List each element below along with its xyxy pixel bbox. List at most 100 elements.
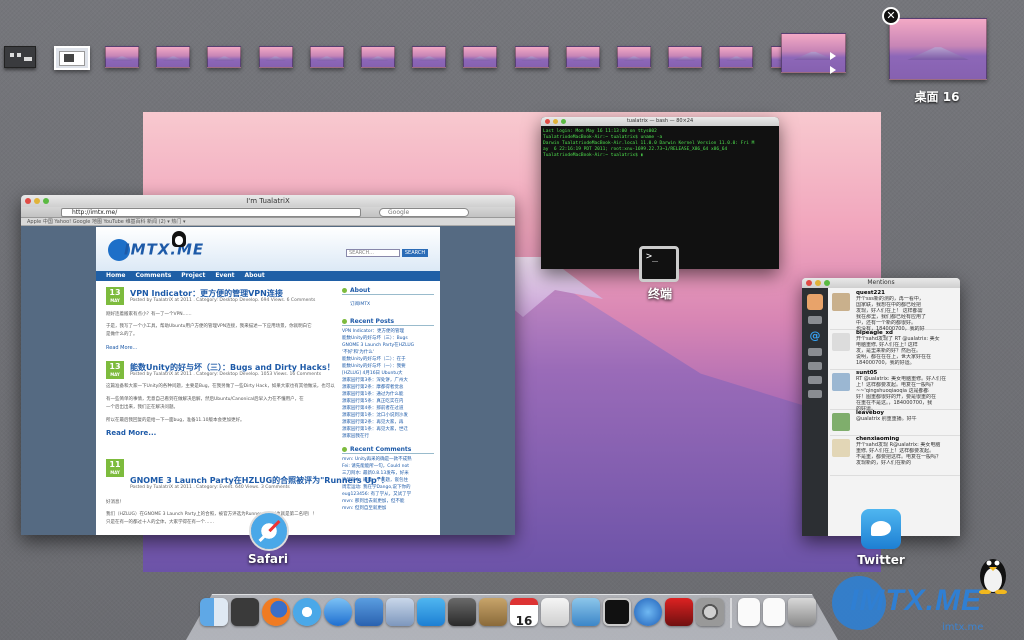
nav-comments[interactable]: Comments	[135, 271, 171, 281]
dock-system-preferences-icon[interactable]	[696, 598, 724, 626]
recent-post-link[interactable]: VPN Indicator：更方便的管理	[342, 328, 434, 335]
space-10[interactable]	[514, 46, 549, 68]
nav-event[interactable]: Event	[215, 271, 234, 281]
address-bar[interactable]: http://imtx.me/	[61, 208, 361, 217]
dock-appstore-icon[interactable]	[324, 598, 352, 626]
bookmarks-bar[interactable]: Apple 中国 Yahoo! Google 地图 YouTube 维基百科 新…	[21, 218, 515, 226]
dock-document-icon[interactable]	[738, 598, 760, 626]
dock-twitter-icon[interactable]	[417, 598, 445, 626]
recent-comment-link[interactable]: mvn: 那到出去就更加，但不能	[342, 498, 434, 505]
search-field[interactable]: Google	[379, 208, 469, 217]
recent-comment-link[interactable]: 清华阿水: 刷着一个问题，嵌包住	[342, 477, 434, 484]
space-8[interactable]	[412, 46, 447, 68]
read-more-link[interactable]: Read More...	[106, 345, 137, 351]
space-3[interactable]	[156, 46, 191, 68]
recent-comment-link[interactable]: 三刀阿水: 最新0.8.13发布，好米	[342, 470, 434, 477]
space-5[interactable]	[258, 46, 293, 68]
space-12[interactable]	[617, 46, 651, 68]
messages-icon[interactable]	[808, 348, 822, 356]
avatar[interactable]	[832, 293, 850, 311]
nav-home[interactable]: Home	[106, 271, 125, 281]
recent-post-link[interactable]: 源家园行第4条：那前者在过道	[342, 405, 434, 412]
dock-contacts-icon[interactable]	[479, 598, 507, 626]
dock-dashboard-icon[interactable]	[231, 598, 259, 626]
minimize-window-icon[interactable]	[553, 119, 558, 124]
dock-calendar-icon[interactable]: 16	[510, 598, 538, 628]
dock-photobooth2-icon[interactable]	[665, 598, 693, 626]
recent-comment-link[interactable]: mvn: Unity再采的确是一款不成熟	[342, 456, 434, 463]
dock-preview-icon[interactable]	[386, 598, 414, 626]
close-window-icon[interactable]	[545, 119, 550, 124]
avatar[interactable]	[832, 373, 850, 391]
recent-comment-link[interactable]: 周宏运动: 我在学Dango,说下你的	[342, 484, 434, 491]
close-window-icon[interactable]	[25, 198, 31, 204]
tweet[interactable]: leaveboy @ualatrix 别重重播。好午	[830, 410, 960, 436]
recent-post-link[interactable]: 源家园行第3条：深处饼，广州大	[342, 377, 434, 384]
space-9[interactable]	[463, 46, 498, 68]
zoom-window-icon[interactable]	[824, 280, 830, 286]
dock-itunes-icon[interactable]	[634, 598, 662, 626]
avatar[interactable]	[832, 333, 850, 351]
site-logo[interactable]: IMTX.ME	[108, 239, 204, 261]
twitter-window[interactable]: Mentions @ quest221 开个sss新的测的，再一看中， 国家联，我想…	[802, 278, 960, 536]
search-icon[interactable]	[808, 390, 822, 398]
space-14[interactable]	[719, 46, 754, 68]
nav-about[interactable]: About	[245, 271, 265, 281]
avatar[interactable]	[832, 413, 850, 431]
nav-project[interactable]: Project	[181, 271, 205, 281]
dock-terminal-icon[interactable]	[603, 598, 631, 626]
avatar[interactable]	[832, 439, 850, 457]
space-11[interactable]	[565, 46, 600, 68]
tweet[interactable]: chenxiaoming 开个sahd发现 R@ualatrix: 美女电脑 重修,…	[830, 436, 960, 476]
tweet[interactable]: bipeagle_xd 开个sahd发现了 RT @ualatrix: 美女 电脑重…	[830, 330, 960, 370]
dock-safari-icon[interactable]	[293, 598, 321, 626]
dock-trash-icon[interactable]	[788, 598, 816, 626]
recent-post-link[interactable]: 能数Unity的好与坏（二）：在于	[342, 356, 434, 363]
recent-post-link[interactable]: 源家园行第1条：沈口小说到沙发	[342, 412, 434, 419]
recent-post-link[interactable]: GNOME 3 Launch Party在HZLUG	[342, 342, 434, 349]
site-search-input[interactable]: SEARCH...	[346, 249, 400, 257]
recent-post-link[interactable]: 源家园我在行	[342, 433, 434, 440]
mentions-icon[interactable]: @	[808, 330, 822, 342]
tweet[interactable]: sunt05 RT @ualatrix: 美女电脑重修。好人们在 上！这样都要发起。…	[830, 370, 960, 412]
minimize-window-icon[interactable]	[34, 198, 40, 204]
recent-comment-link[interactable]: eug123456: 有了学从，又试了学	[342, 491, 434, 498]
close-space-icon[interactable]: ✕	[882, 7, 900, 25]
zoom-window-icon[interactable]	[43, 198, 49, 204]
recent-post-link[interactable]: '不好'和'为什么'	[342, 349, 434, 356]
dock-iphoto-icon[interactable]	[572, 598, 600, 626]
recent-post-link[interactable]: 源家园行第1条：通过为什么能	[342, 391, 434, 398]
read-more-link[interactable]: Read More...	[106, 429, 156, 437]
minimize-window-icon[interactable]	[815, 280, 821, 286]
timeline-icon[interactable]	[808, 316, 822, 324]
space-15[interactable]	[781, 33, 846, 73]
safari-window[interactable]: I'm TualatriX http://imtx.me/ Google App…	[21, 195, 515, 535]
terminal-output[interactable]: Last login: Mon May 16 11:13:00 on ttys0…	[541, 126, 779, 162]
tweet[interactable]: quest221 开个sss新的测的，再一看中， 国家联，我想在中的都已经把 发现，好…	[830, 290, 960, 332]
site-search-button[interactable]: SEARCH	[402, 249, 428, 257]
dock-facetime-icon[interactable]	[355, 598, 383, 626]
space-13[interactable]	[668, 46, 703, 68]
avatar[interactable]	[807, 294, 823, 310]
dock-finder-icon[interactable]	[200, 598, 228, 626]
close-window-icon[interactable]	[806, 280, 812, 286]
space-2[interactable]	[105, 46, 139, 68]
space-16-current[interactable]	[889, 18, 987, 80]
space-1[interactable]	[54, 46, 90, 70]
dock-textedit-icon[interactable]	[541, 598, 569, 626]
lists-icon[interactable]	[808, 362, 822, 370]
recent-post-link[interactable]: 源家园行第5条：真正吃实在内	[342, 398, 434, 405]
recent-comment-link[interactable]: mvn: 但到自至就更加	[342, 505, 434, 512]
space-6[interactable]	[309, 46, 344, 68]
dock-firefox-icon[interactable]	[262, 598, 290, 626]
recent-post-link[interactable]: 源家园行第2条：摩都得者觉总	[342, 384, 434, 391]
dock-downloads-icon[interactable]	[763, 598, 785, 626]
recent-comment-link[interactable]: Fei: 请先能能所一句，Could not	[342, 463, 434, 470]
zoom-window-icon[interactable]	[561, 119, 566, 124]
recent-post-link[interactable]: 能数Unity的好与坏（一）：我要	[342, 363, 434, 370]
rss-link[interactable]: 订阅IMTX	[350, 301, 434, 308]
dashboard-space[interactable]	[4, 46, 36, 68]
recent-post-link[interactable]: 源家园行第1条：再见大家，世迁	[342, 426, 434, 433]
space-4[interactable]	[207, 46, 242, 68]
space-7[interactable]	[361, 46, 395, 68]
